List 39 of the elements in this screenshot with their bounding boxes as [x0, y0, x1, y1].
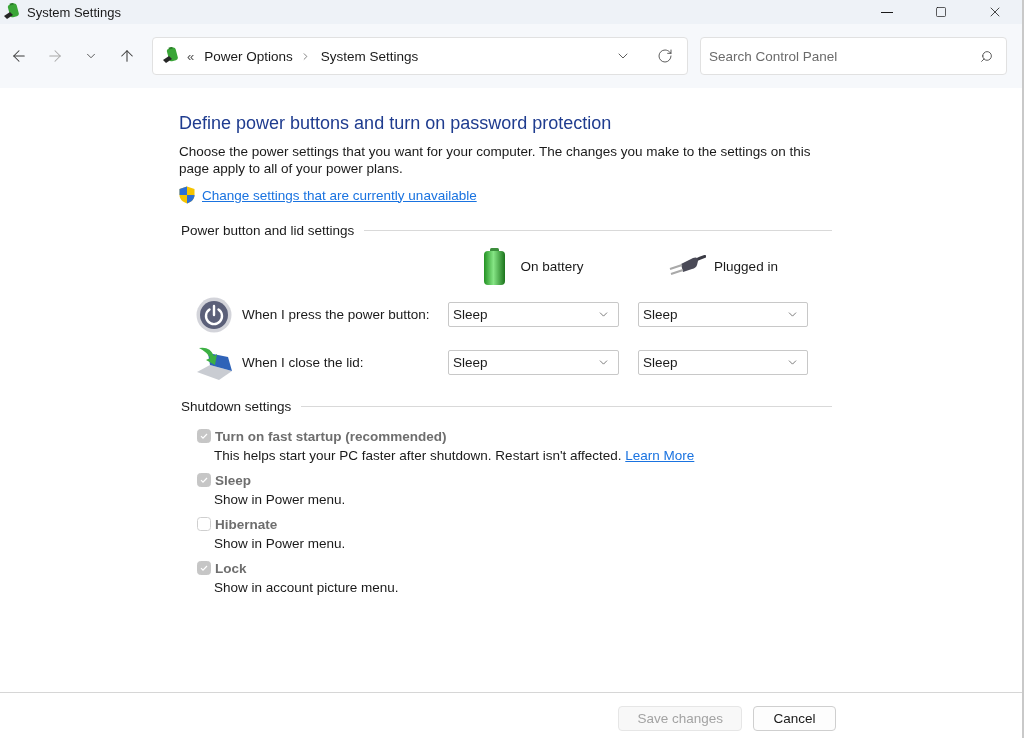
battery-plug-icon: [3, 3, 21, 21]
page-heading: Define power buttons and turn on password protection: [179, 113, 613, 133]
action-dropdown[interactable]: Sleep: [448, 302, 619, 327]
action-dropdown[interactable]: Sleep: [448, 350, 619, 375]
column-label: Plugged in: [714, 258, 778, 274]
section-title: Shutdown settings: [181, 398, 292, 414]
breadcrumb-overflow[interactable]: «: [187, 48, 195, 64]
setting-label: When I press the power button:: [242, 307, 431, 322]
action-dropdown[interactable]: Sleep: [638, 350, 808, 375]
breadcrumb[interactable]: System Settings: [320, 48, 419, 64]
cancel-button[interactable]: Cancel: [753, 706, 836, 731]
power-icon: [196, 296, 232, 333]
option-description: Show in Power menu.: [214, 491, 347, 509]
shield-icon: [179, 186, 195, 204]
section-title: Power button and lid settings: [181, 222, 355, 238]
option-description: This helps start your PC faster after shutdown. Restart isn't affected. Learn More: [214, 447, 696, 465]
battery-icon: [483, 247, 507, 285]
address-bar[interactable]: « Power Options System Settings: [152, 37, 688, 75]
page-description: Choose the power settings that you want for your computer. The changes you make to the settings on this page apply to all of your power plans.: [179, 143, 812, 177]
maximize-icon: [935, 6, 947, 18]
minimize-icon: [881, 11, 893, 13]
option-description: Show in Power menu.: [214, 535, 347, 553]
breadcrumb[interactable]: Power Options: [204, 48, 293, 64]
admin-settings-link[interactable]: Change settings that are currently unavailable: [202, 187, 477, 203]
option-label: Sleep: [215, 472, 252, 488]
option-label: Turn on fast startup (recommended): [215, 428, 447, 444]
action-dropdown[interactable]: Sleep: [638, 302, 808, 327]
search-icon: [980, 50, 993, 63]
column-label: On battery: [520, 258, 584, 274]
setting-label: When I close the lid:: [242, 355, 365, 370]
option-label: Lock: [215, 560, 247, 576]
battery-plug-icon: [162, 47, 180, 65]
option-label: Hibernate: [215, 516, 278, 532]
option-description: Show in account picture menu.: [214, 579, 400, 597]
arrow-right-icon: [46, 47, 64, 65]
search-field[interactable]: Search Control Panel: [700, 37, 1007, 75]
plug-icon: [668, 255, 707, 277]
window-title: System Settings: [27, 4, 121, 20]
refresh-icon: [657, 48, 673, 64]
